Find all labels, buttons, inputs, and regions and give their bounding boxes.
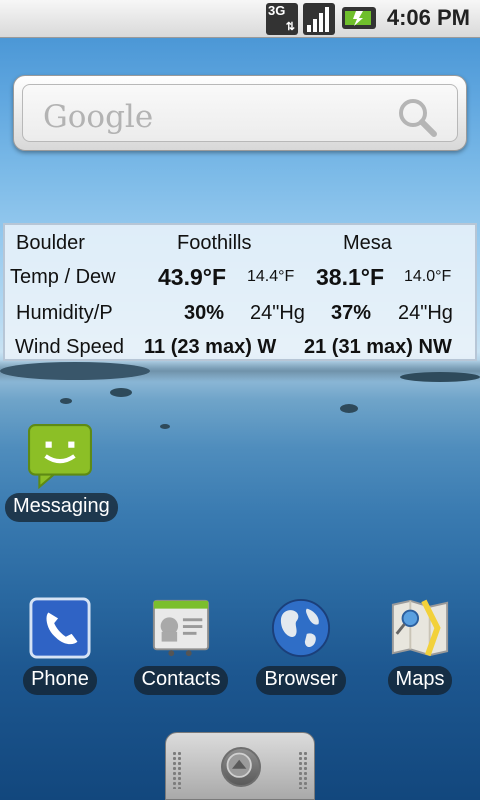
- foothills-pressure: 24"Hg: [250, 302, 305, 324]
- maps-label: Maps: [387, 666, 453, 695]
- foothills-dew: 14.4°F: [247, 268, 295, 285]
- phone-label: Phone: [23, 666, 97, 695]
- google-search-widget[interactable]: Google: [13, 75, 467, 151]
- island: [60, 398, 72, 404]
- mesa-dew: 14.0°F: [404, 268, 452, 285]
- browser-shortcut[interactable]: Browser: [246, 597, 356, 695]
- island: [0, 362, 150, 380]
- island: [110, 388, 132, 397]
- row-label-wind: Wind Speed: [15, 336, 124, 358]
- network-type-label: 3G: [268, 3, 286, 18]
- mesa-humidity: 37%: [331, 302, 372, 324]
- phone-shortcut[interactable]: Phone: [10, 597, 110, 695]
- status-time: 4:06 PM: [386, 5, 470, 30]
- grip-right: [298, 751, 308, 789]
- column-header-foothills: Foothills: [177, 232, 252, 254]
- foothills-wind: 11 (23 max) W: [144, 336, 277, 358]
- row-label-humidity: Humidity/P: [16, 302, 113, 324]
- signal-strength-icon: [303, 3, 335, 35]
- search-bar[interactable]: Google: [22, 84, 458, 142]
- mesa-temp: 38.1°F: [316, 264, 385, 290]
- data-activity-arrows: ⇅: [285, 21, 295, 33]
- row-label-temp: Temp / Dew: [10, 266, 116, 288]
- browser-globe-icon[interactable]: [270, 597, 332, 659]
- maps-icon[interactable]: [389, 597, 451, 659]
- search-icon[interactable]: [395, 95, 439, 139]
- island: [340, 404, 358, 413]
- weather-table-widget[interactable]: Boulder Foothills Mesa Temp / Dew 43.9°F…: [3, 223, 477, 361]
- contacts-label: Contacts: [133, 666, 229, 695]
- contacts-icon[interactable]: [150, 597, 212, 659]
- status-bar: 3G ⇅ 4:06 PM: [0, 0, 480, 38]
- 3g-data-icon: 3G ⇅: [266, 3, 298, 35]
- phone-icon[interactable]: [29, 597, 91, 659]
- app-drawer-handle[interactable]: [165, 732, 315, 800]
- browser-label: Browser: [256, 666, 346, 695]
- column-header-mesa: Mesa: [343, 232, 392, 254]
- foothills-humidity: 30%: [184, 302, 225, 324]
- google-logo: Google: [43, 99, 154, 135]
- messaging-icon[interactable]: [27, 423, 93, 489]
- island: [160, 424, 170, 429]
- station-name: Boulder: [16, 232, 85, 254]
- messaging-shortcut[interactable]: Messaging: [5, 423, 118, 522]
- battery-charging-icon: [342, 7, 376, 29]
- grip-left: [172, 751, 182, 789]
- maps-shortcut[interactable]: Maps: [370, 597, 470, 695]
- mesa-pressure: 24"Hg: [398, 302, 453, 324]
- app-drawer-arrow-icon[interactable]: [221, 747, 261, 787]
- foothills-temp: 43.9°F: [158, 264, 227, 290]
- contacts-shortcut[interactable]: Contacts: [126, 597, 236, 695]
- island: [400, 372, 480, 382]
- messaging-label: Messaging: [5, 493, 118, 522]
- mesa-wind: 21 (31 max) NW: [304, 336, 452, 358]
